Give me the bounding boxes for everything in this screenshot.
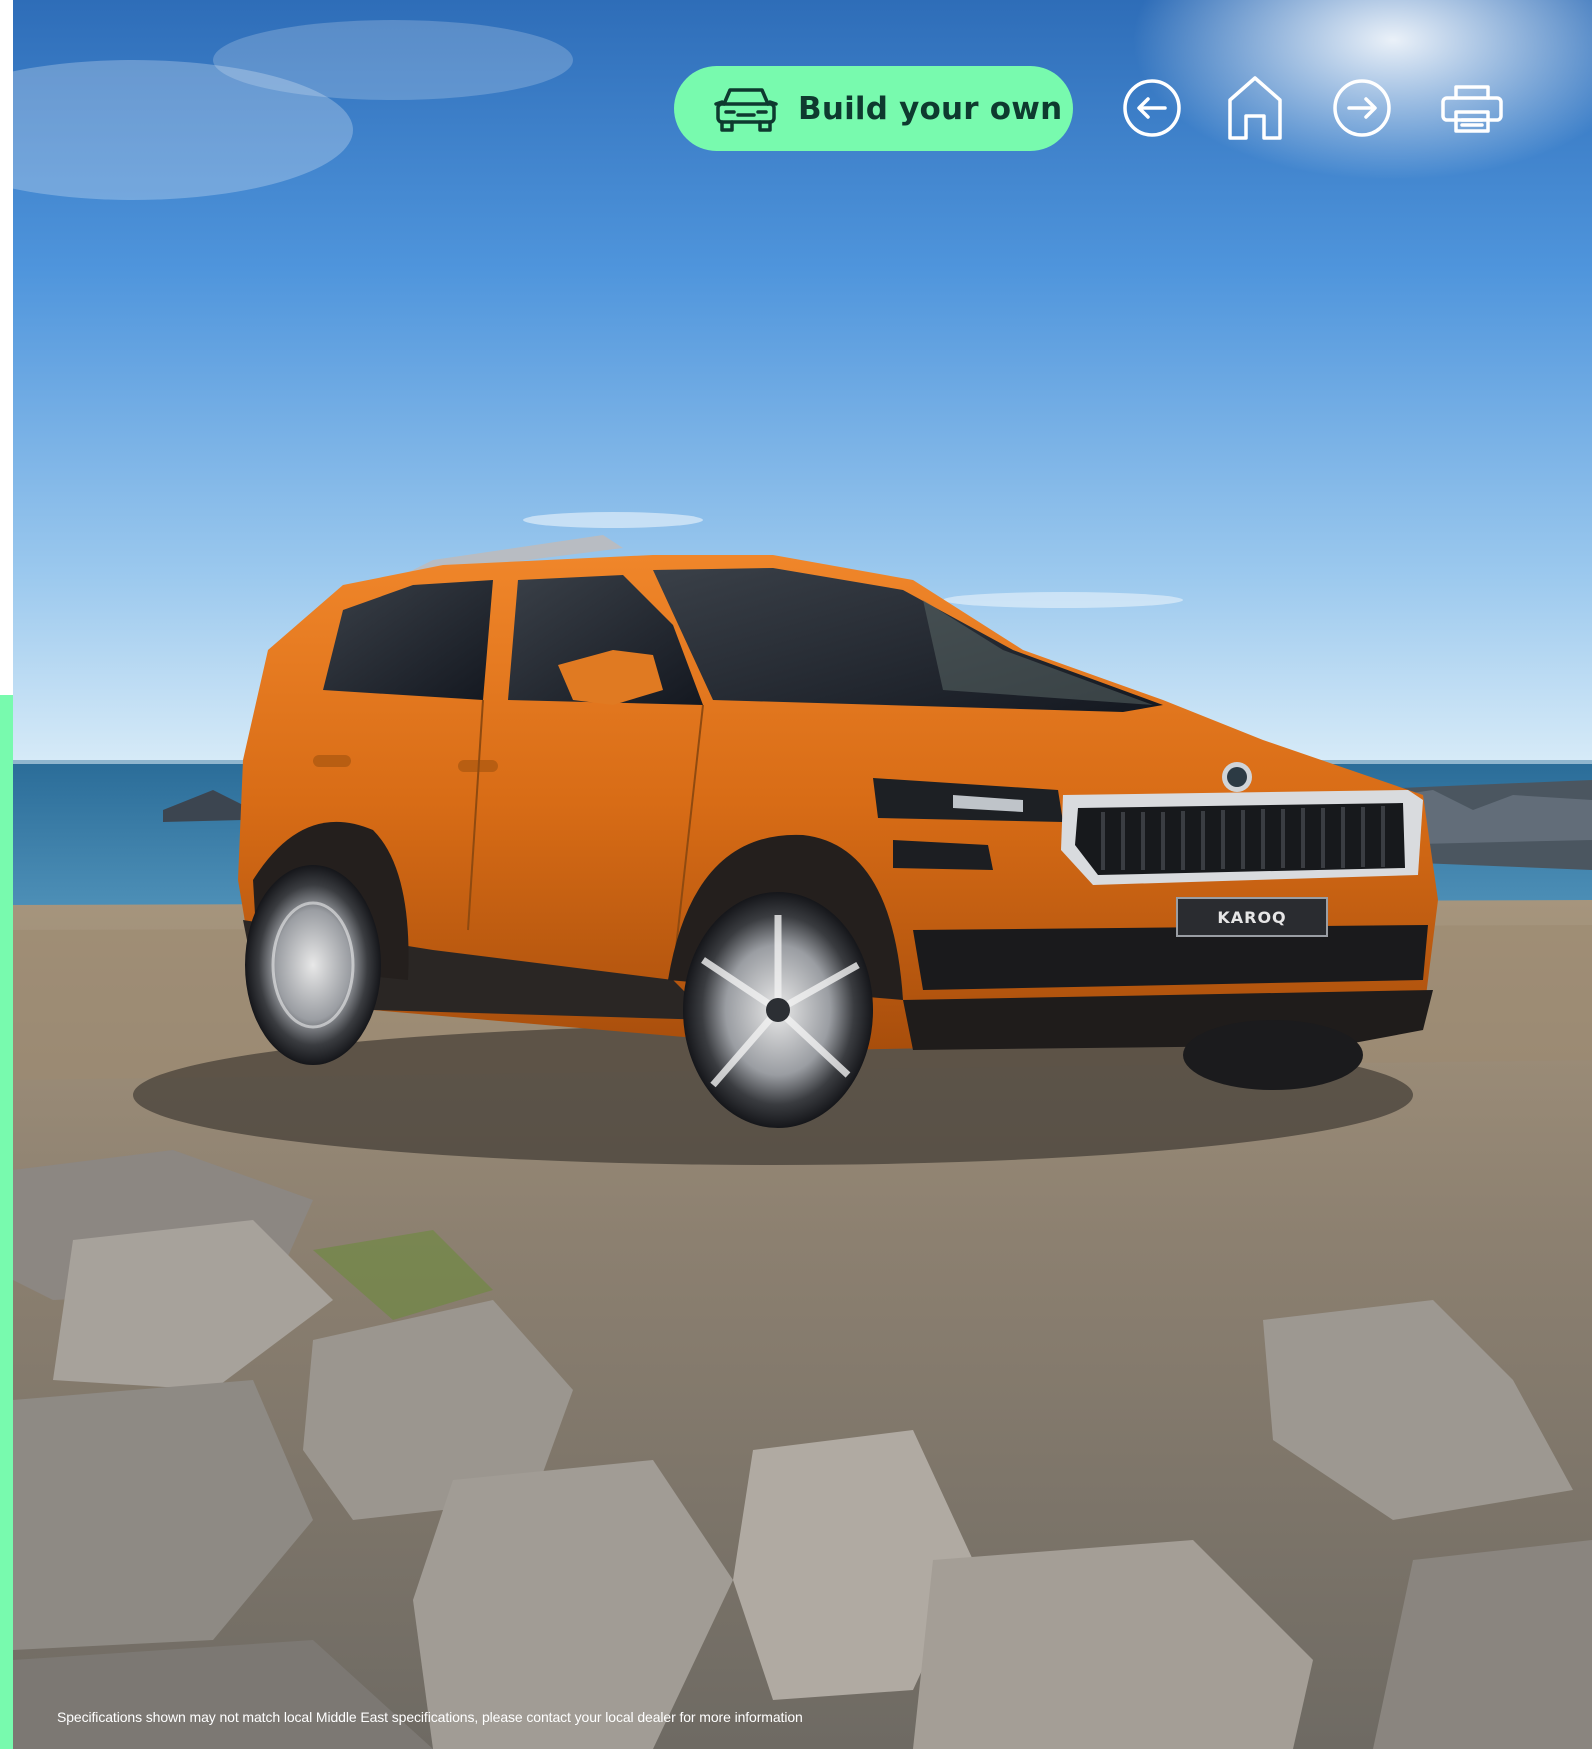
printer-icon [1441, 85, 1503, 133]
brochure-page: KAROQ Build your own Specifications show… [0, 0, 1594, 1749]
license-plate-text: KAROQ [1217, 907, 1287, 927]
print-button[interactable] [1440, 84, 1504, 134]
hero-image: KAROQ [13, 0, 1592, 1749]
forward-button[interactable] [1330, 76, 1394, 140]
build-your-own-label: Build your own [798, 90, 1063, 127]
page-edge [0, 0, 13, 695]
specifications-disclaimer: Specifications shown may not match local… [57, 1709, 803, 1725]
back-button[interactable] [1120, 76, 1184, 140]
arrow-left-icon [1123, 79, 1181, 137]
home-icon [1228, 76, 1282, 140]
license-plate: KAROQ [1176, 897, 1328, 937]
arrow-right-icon [1333, 79, 1391, 137]
home-button[interactable] [1226, 74, 1284, 142]
build-your-own-button[interactable]: Build your own [674, 66, 1073, 151]
car-front-icon [714, 84, 778, 134]
accent-side-bar [0, 695, 13, 1749]
